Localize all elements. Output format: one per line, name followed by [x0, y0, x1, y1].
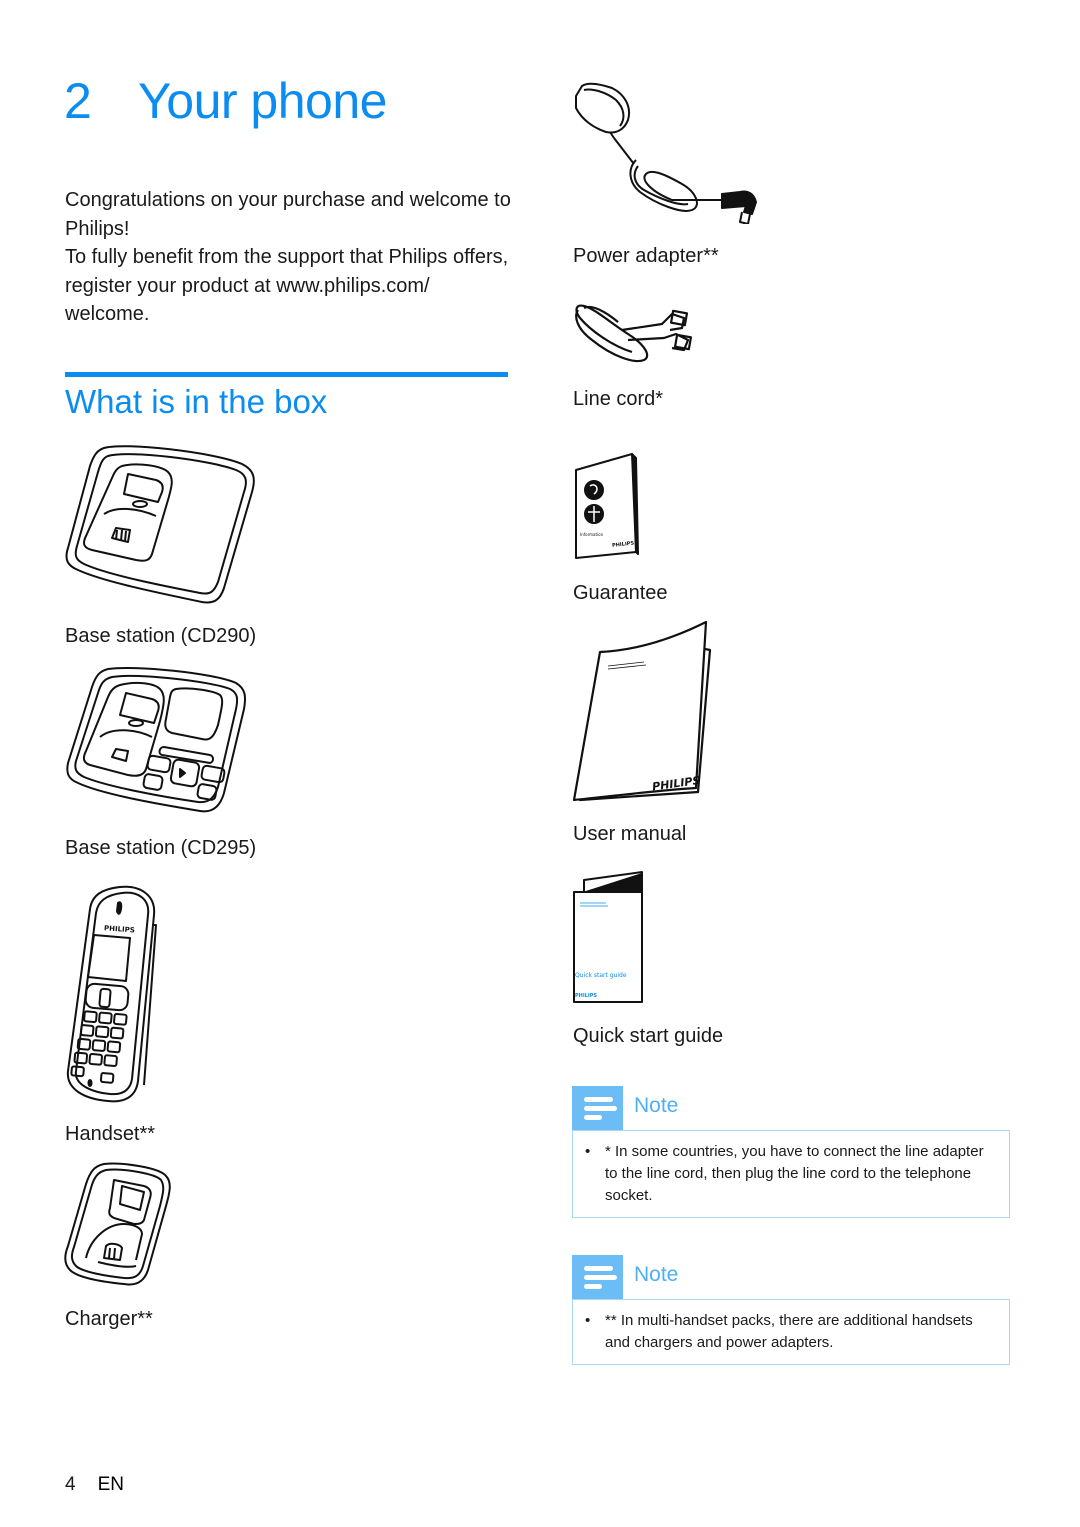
- box-item-label: Charger**: [65, 1308, 153, 1330]
- box-item-label: Base station (CD295): [65, 837, 257, 859]
- charger-icon: [64, 1162, 171, 1286]
- note-header: Note: [572, 1255, 1010, 1299]
- handset-brand-text: PHILIPS: [104, 924, 135, 934]
- box-item-base-station-cd295: Base station (CD295): [64, 665, 256, 859]
- box-item-user-manual: PHILIPS User manual: [572, 620, 712, 845]
- box-item-label: Power adapter**: [573, 245, 719, 267]
- box-item-label: User manual: [573, 823, 687, 845]
- box-item-base-station-cd290: Base station (CD290): [64, 442, 256, 647]
- base-station-cd295-icon: [66, 666, 246, 813]
- base-station-cd290-icon: [65, 445, 255, 604]
- box-item-label: Guarantee: [573, 582, 668, 604]
- note-icon: [572, 1255, 623, 1299]
- section-divider: [65, 372, 508, 377]
- note-box: Note ** In multi-handset packs, there ar…: [572, 1255, 1010, 1365]
- note-title: Note: [634, 1094, 679, 1117]
- box-item-guarantee: Information PHILIPS Guarantee: [572, 452, 668, 604]
- guarantee-caption-text: Information: [580, 532, 604, 537]
- chapter-title: 2 Your phone: [64, 72, 387, 130]
- box-item-handset: PHILIPS Handset**: [64, 885, 160, 1145]
- chapter-title-text: Your phone: [138, 73, 387, 129]
- box-item-line-cord: Line cord*: [572, 300, 692, 410]
- page-number: 4: [65, 1474, 76, 1495]
- intro-paragraph: Congratulations on your purchase and wel…: [65, 189, 511, 240]
- qsg-brand-text: PHILIPS: [575, 993, 597, 999]
- user-manual-icon: PHILIPS: [572, 620, 712, 802]
- language-code: EN: [97, 1474, 124, 1495]
- intro-text: Congratulations on your purchase and wel…: [65, 186, 515, 329]
- quick-start-guide-icon: Quick start guide PHILIPS: [573, 871, 643, 1003]
- qsg-title-text: Quick start guide: [575, 972, 627, 979]
- note-body: * In some countries, you have to connect…: [572, 1130, 1010, 1218]
- note-title: Note: [634, 1263, 679, 1286]
- box-item-label: Handset**: [65, 1123, 156, 1145]
- page-footer: 4 EN: [65, 1474, 124, 1496]
- power-adapter-icon: [575, 82, 757, 224]
- chapter-number: 2: [64, 73, 92, 129]
- note-bullet: * In some countries, you have to connect…: [585, 1141, 995, 1207]
- box-item-charger: Charger**: [64, 1162, 174, 1330]
- box-item-power-adapter: Power adapter**: [572, 82, 762, 267]
- box-item-label: Base station (CD290): [65, 625, 257, 647]
- line-cord-icon: [575, 304, 692, 363]
- section-title: What is in the box: [65, 383, 328, 420]
- box-item-label: Quick start guide: [573, 1025, 724, 1047]
- note-bullet: ** In multi-handset packs, there are add…: [585, 1310, 995, 1354]
- box-item-label: Line cord*: [573, 388, 664, 410]
- note-icon: [572, 1086, 623, 1130]
- box-item-quick-start-guide: Quick start guide PHILIPS Quick start gu…: [572, 870, 723, 1047]
- note-box: Note * In some countries, you have to co…: [572, 1086, 1010, 1218]
- handset-icon: PHILIPS: [66, 885, 157, 1103]
- note-header: Note: [572, 1086, 1010, 1130]
- intro-paragraph: To fully benefit from the support that P…: [65, 246, 509, 325]
- guarantee-booklet-icon: Information PHILIPS: [575, 453, 639, 559]
- note-body: ** In multi-handset packs, there are add…: [572, 1299, 1010, 1365]
